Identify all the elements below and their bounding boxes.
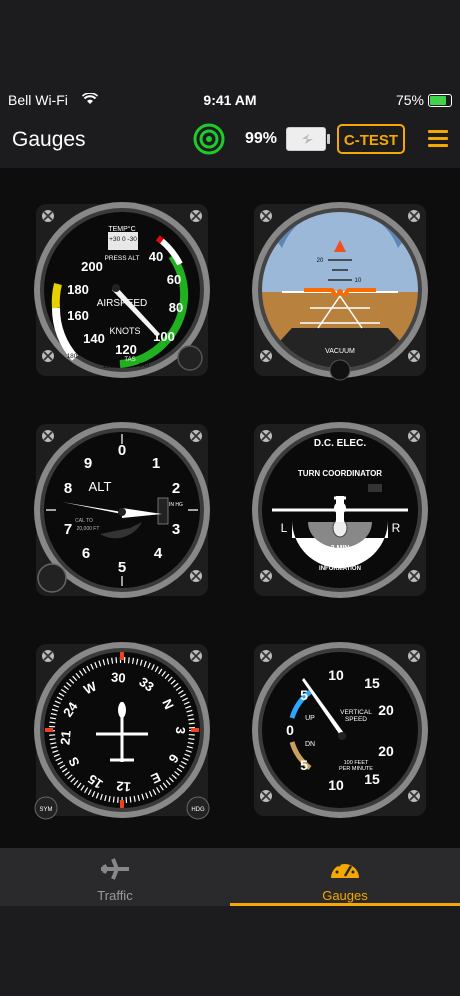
pitch-num: 20 (317, 258, 324, 264)
knots-label: KNOTS (109, 326, 140, 336)
airspeed-indicator: TEMP°C +30 0 -30 PRESS ALT AIRSPEED KNOT… (34, 202, 210, 378)
as-num: 160 (67, 308, 89, 323)
as-num: 80 (169, 300, 183, 315)
turn-right-label: R (392, 521, 401, 535)
alt-num: 2 (172, 480, 180, 497)
tab-traffic-label: Traffic (97, 888, 133, 903)
cal-value: 20,000 FT (77, 526, 100, 532)
vsi-up: UP (305, 715, 315, 722)
altimeter: 0 1 2 3 4 5 6 7 8 9 ALT IN HG CAL TO 20,… (34, 422, 210, 598)
tc-title: TURN COORDINATOR (298, 469, 382, 478)
vertical-speed-indicator: 0 5 10 15 20 20 15 10 5 VERTICAL SPEED U… (252, 642, 428, 818)
connection-target-icon[interactable] (193, 123, 225, 155)
heading-indicator: N 3 6 E 12 15 S 21 24 W 30 33 SYM HDG (34, 642, 210, 820)
cal-label: CAL TO (75, 518, 93, 524)
bottom-safe-area (0, 906, 460, 996)
device-battery-percent: 99% (245, 130, 278, 147)
tas-label: TAS (124, 357, 135, 363)
as-num: 120 (115, 342, 137, 357)
alt-num: 4 (154, 545, 163, 562)
alt-num: 6 (82, 545, 90, 562)
battery-percent: 75% (395, 92, 424, 108)
hdg-label: 12 (116, 778, 132, 794)
pitch-num: 10 (355, 278, 362, 284)
menu-icon[interactable] (428, 130, 448, 148)
alt-num: 9 (84, 455, 92, 472)
svg-text:160: 160 (103, 363, 114, 370)
vsi-num: 20 (378, 743, 394, 759)
hdg-knob-label[interactable]: HDG (191, 807, 205, 813)
vsi-num: 15 (364, 675, 380, 691)
alt-num: 1 (152, 455, 160, 472)
dc-elec-label: D.C. ELEC. (314, 438, 366, 449)
tab-gauges-label: Gauges (322, 888, 368, 903)
app-header: Gauges 99% C-TEST (0, 122, 460, 158)
hdg-label: 3 (173, 726, 189, 735)
temp-label: TEMP°C (108, 225, 135, 233)
turn-coordinator: D.C. ELEC. TURN COORDINATOR L R 2 MIN NO… (252, 422, 428, 598)
alt-num: 5 (118, 559, 126, 576)
as-num: 140 (83, 331, 105, 346)
vsi-dn: DN (305, 741, 315, 748)
information-label: INFORMATION (319, 566, 361, 572)
as-num: 180 (67, 282, 89, 297)
tab-bar: Traffic Gauges (0, 848, 460, 906)
alt-num: 8 (64, 480, 72, 497)
press-alt-label: PRESS ALT (105, 255, 140, 262)
vacuum-label: VACUUM (325, 348, 355, 355)
alt-num: 3 (172, 521, 180, 538)
page-title: Gauges (12, 128, 86, 151)
turn-left-label: L (281, 521, 288, 535)
alt-num: 7 (64, 521, 72, 538)
temp-scale: +30 0 -30 (109, 236, 137, 243)
inhg-label: IN HG (169, 502, 183, 508)
hdg-label: 30 (111, 669, 127, 685)
device-battery-icon (286, 127, 330, 151)
vsi-num: 10 (328, 777, 344, 793)
alt-label: ALT (89, 479, 112, 494)
two-min-label: 2 MIN (331, 545, 350, 552)
as-num: 200 (81, 259, 103, 274)
c-test-button[interactable]: C-TEST (337, 124, 405, 154)
vsi-num: 15 (364, 771, 380, 787)
status-battery: 75% (396, 92, 452, 108)
status-bar: Bell Wi-Fi 9:41 AM 75% (0, 88, 460, 112)
vsi-num: 5 (300, 757, 308, 773)
tab-gauges[interactable]: Gauges (230, 848, 460, 906)
no-pitch-label: NO PITCH (326, 559, 355, 565)
battery-icon (428, 93, 452, 107)
vsi-sub-2: PER MINUTE (339, 766, 373, 772)
status-time: 9:41 AM (203, 92, 257, 108)
tab-traffic[interactable]: Traffic (0, 848, 230, 906)
vsi-num: 10 (328, 667, 344, 683)
vsi-title-1: VERTICAL (340, 709, 372, 716)
attitude-indicator: 20 10 VACUUM (252, 202, 428, 381)
vsi-num: 20 (378, 702, 394, 718)
as-num: 60 (167, 272, 181, 287)
svg-text:180: 180 (67, 353, 78, 360)
vsi-title-2: SPEED (345, 716, 367, 723)
svg-text:140: 140 (139, 362, 150, 369)
as-num: 40 (149, 249, 163, 264)
alt-num: 0 (118, 442, 126, 459)
airplane-icon (101, 858, 129, 880)
instrument-panel: TEMP°C +30 0 -30 PRESS ALT AIRSPEED KNOT… (0, 168, 460, 848)
gauge-icon (331, 860, 359, 878)
hdg-label: 21 (57, 730, 73, 746)
vsi-num: 0 (286, 722, 294, 738)
sym-label[interactable]: SYM (39, 807, 52, 813)
vsi-num: 5 (300, 687, 308, 703)
